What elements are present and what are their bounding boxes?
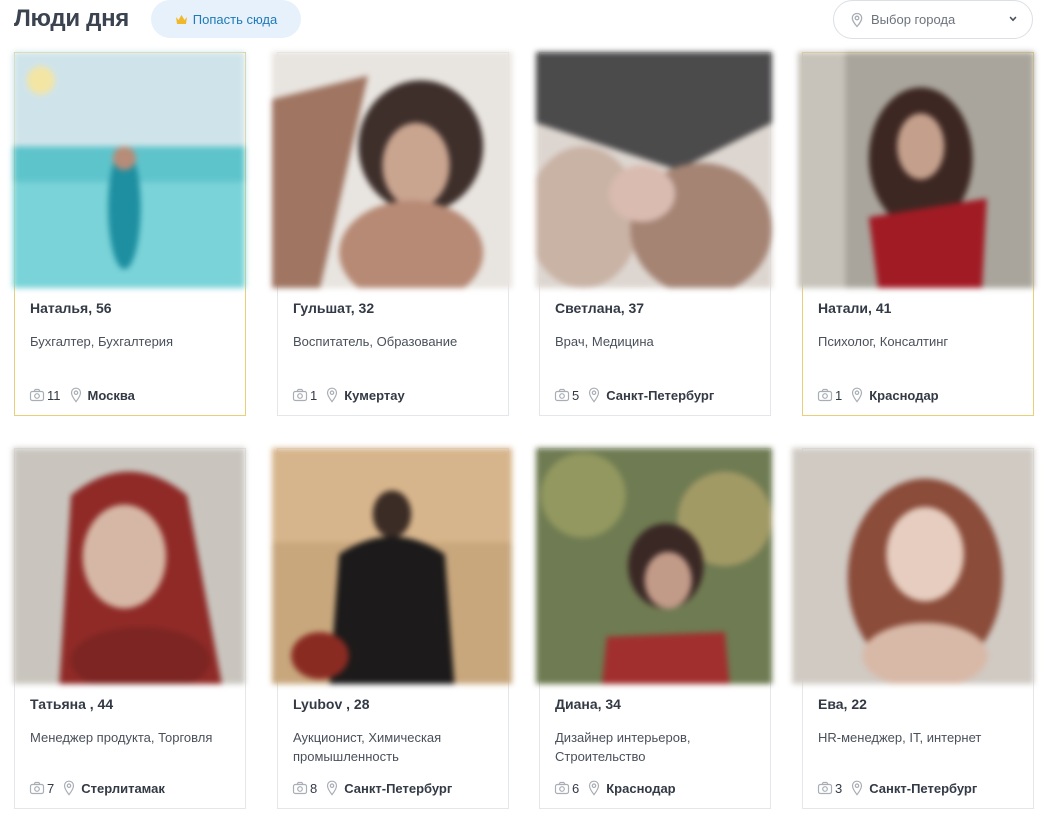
profile-occupation: Дизайнер интерьеров, Строительство [555, 730, 691, 764]
photo-count: 1 [310, 387, 318, 403]
profile-info: Гульшат, 32 Воспитатель, Образование 1 К… [278, 288, 508, 417]
profile-photo[interactable] [536, 52, 772, 288]
profile-occupation: Менеджер продукта, Торговля [30, 730, 213, 745]
profile-city: Кумертау [344, 387, 405, 403]
camera-icon [817, 388, 833, 402]
profile-info: Наталья, 56 Бухгалтер, Бухгалтерия 11 Мо… [15, 288, 245, 417]
profile-meta: 7 Стерлитамак [29, 780, 165, 796]
camera-icon [29, 781, 45, 795]
profile-name[interactable]: Диана, 34 [555, 696, 621, 712]
camera-icon [292, 781, 308, 795]
profile-city: Санкт-Петербург [869, 780, 978, 796]
profile-info: Ева, 22 HR-менеджер, IT, интернет 3 Санк… [803, 684, 1033, 810]
profile-photo[interactable] [536, 448, 772, 684]
profile-info: Lyubov , 28 Аукционист, Химическая промы… [278, 684, 508, 810]
profile-occupation: Врач, Медицина [555, 334, 654, 349]
profile-meta: 6 Краснодар [554, 780, 676, 796]
profile-meta: 1 Краснодар [817, 387, 939, 403]
photo-count: 1 [835, 387, 843, 403]
location-pin-icon [852, 387, 863, 403]
profile-info: Натали, 41 Психолог, Консалтинг 1 Красно… [803, 288, 1033, 417]
photo-count: 11 [47, 387, 61, 403]
photo-count: 3 [835, 780, 843, 796]
location-pin-icon [327, 387, 338, 403]
city-select[interactable]: Выбор города [833, 0, 1033, 39]
camera-icon [554, 388, 570, 402]
profile-meta: 5 Санкт-Петербург [554, 387, 714, 403]
profile-photo[interactable] [13, 52, 245, 288]
profile-city: Краснодар [869, 387, 939, 403]
location-pin-icon [589, 387, 600, 403]
profile-meta: 11 Москва [29, 387, 135, 403]
profile-city: Стерлитамак [81, 780, 165, 796]
profile-photo[interactable] [792, 448, 1034, 684]
header: Люди дня Попасть сюда Выбор города [0, 0, 1050, 48]
location-pin-icon [589, 780, 600, 796]
profile-meta: 1 Кумертау [292, 387, 405, 403]
promo-button[interactable]: Попасть сюда [151, 0, 301, 38]
profile-occupation: Аукционист, Химическая промышленность [293, 730, 442, 764]
page-title: Люди дня [14, 5, 130, 32]
photo-count: 7 [47, 780, 55, 796]
profile-info: Светлана, 37 Врач, Медицина 5 Санкт-Пете… [540, 288, 770, 417]
profile-name[interactable]: Lyubov , 28 [293, 696, 370, 712]
profile-city: Краснодар [606, 780, 676, 796]
camera-icon [292, 388, 308, 402]
profile-city: Москва [87, 387, 135, 403]
camera-icon [554, 781, 570, 795]
profile-occupation: HR-менеджер, IT, интернет [818, 730, 982, 745]
profile-photo[interactable] [272, 52, 512, 288]
profile-name[interactable]: Ева, 22 [818, 696, 867, 712]
profile-occupation: Психолог, Консалтинг [818, 334, 949, 349]
promo-button-label: Попасть сюда [192, 11, 278, 27]
profile-occupation: Воспитатель, Образование [293, 334, 458, 349]
camera-icon [29, 388, 45, 402]
location-pin-icon [852, 780, 863, 796]
profile-info: Диана, 34 Дизайнер интерьеров, Строитель… [540, 684, 770, 810]
profile-name[interactable]: Наталья, 56 [30, 300, 112, 316]
photo-count: 8 [310, 780, 318, 796]
location-pin-icon [327, 780, 338, 796]
photo-count: 5 [572, 387, 580, 403]
photo-count: 6 [572, 780, 580, 796]
crown-icon [175, 14, 187, 24]
profile-photo[interactable] [798, 52, 1034, 288]
location-pin-icon [70, 387, 81, 403]
profile-occupation: Бухгалтер, Бухгалтерия [30, 334, 174, 349]
profile-name[interactable]: Татьяна , 44 [30, 696, 113, 712]
location-pin-icon [851, 12, 863, 28]
profile-city: Санкт-Петербург [344, 780, 453, 796]
profile-meta: 8 Санкт-Петербург [292, 780, 452, 796]
profile-name[interactable]: Светлана, 37 [555, 300, 644, 316]
profile-name[interactable]: Натали, 41 [818, 300, 891, 316]
camera-icon [817, 781, 833, 795]
chevron-down-icon [1009, 16, 1017, 22]
profile-name[interactable]: Гульшат, 32 [293, 300, 374, 316]
profile-meta: 3 Санкт-Петербург [817, 780, 977, 796]
profile-info: Татьяна , 44 Менеджер продукта, Торговля… [15, 684, 245, 810]
profile-photo[interactable] [272, 448, 512, 684]
profile-city: Санкт-Петербург [606, 387, 715, 403]
profile-photo[interactable] [13, 448, 245, 684]
city-select-placeholder: Выбор города [871, 12, 956, 27]
location-pin-icon [64, 780, 75, 796]
